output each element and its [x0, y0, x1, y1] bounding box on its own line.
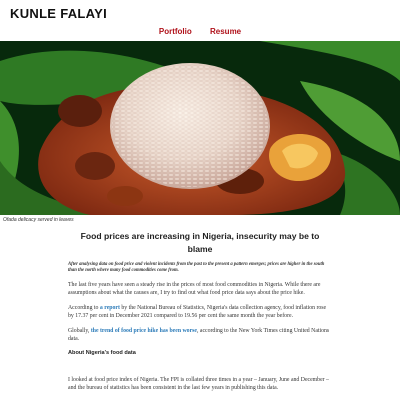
section-subheading: About Nigeria's food data — [68, 350, 136, 356]
nav-portfolio-link[interactable]: Portfolio — [159, 27, 192, 36]
hero-caption: Ofada delicacy served in leaves — [3, 217, 74, 223]
main-nav: Portfolio Resume — [0, 27, 400, 36]
hero-image — [0, 41, 400, 215]
nav-resume-link[interactable]: Resume — [210, 27, 241, 36]
article-paragraph-2: According to a report by the National Bu… — [68, 304, 332, 320]
site-title[interactable]: KUNLE FALAYI — [10, 6, 107, 21]
paragraph-text: According to — [68, 305, 100, 311]
article-headline: Food prices are increasing in Nigeria, i… — [80, 231, 320, 254]
report-link[interactable]: a report — [100, 305, 120, 311]
article: Food prices are increasing in Nigeria, i… — [68, 230, 332, 399]
food-price-trend-link[interactable]: the trend of food price hike has been wo… — [91, 328, 197, 334]
article-paragraph-3: Globally, the trend of food price hike h… — [68, 327, 332, 343]
article-paragraph-1: The last five years have seen a steady r… — [68, 282, 321, 296]
article-standfirst: After analysing data on food price and v… — [68, 262, 325, 273]
ofada-rice-photo — [0, 41, 400, 215]
paragraph-text: Globally, — [68, 328, 91, 334]
article-paragraph-4: I looked at food price index of Nigeria.… — [68, 377, 329, 391]
